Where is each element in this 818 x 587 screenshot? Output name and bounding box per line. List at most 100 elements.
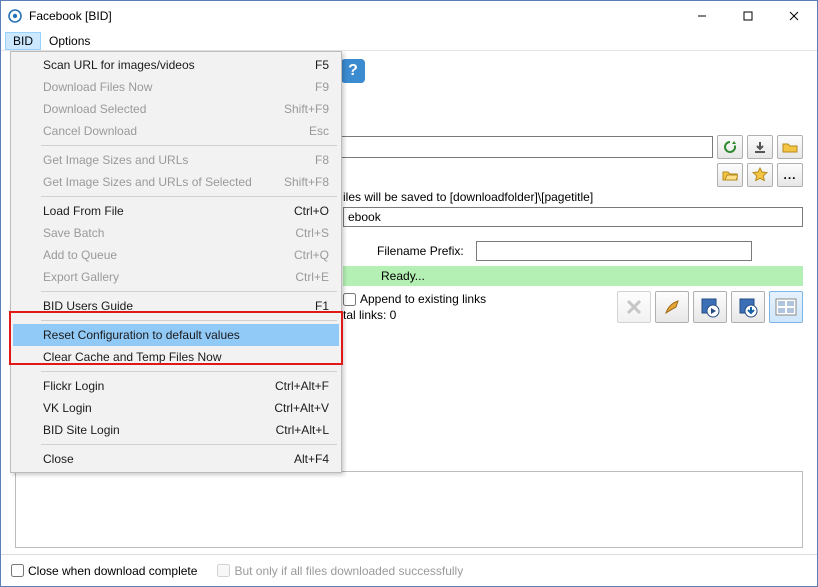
- open-button[interactable]: [717, 163, 743, 187]
- save-location-hint: iles will be saved to [downloadfolder]\[…: [343, 190, 593, 204]
- menu-load-from-file[interactable]: Load From File Ctrl+O: [13, 200, 339, 222]
- menu-close[interactable]: Close Alt+F4: [13, 448, 339, 470]
- more-icon: ...: [783, 168, 796, 182]
- menu-users-guide[interactable]: BID Users Guide F1: [13, 295, 339, 317]
- close-when-done-checkbox[interactable]: [11, 564, 24, 577]
- menu-export-gallery[interactable]: Export Gallery Ctrl+E: [13, 266, 339, 288]
- only-if-success-label: But only if all files downloaded success…: [217, 564, 463, 578]
- links-toolbar: [617, 291, 803, 323]
- path-input[interactable]: ebook: [343, 207, 803, 227]
- close-when-done-text: Close when download complete: [28, 564, 197, 578]
- results-list[interactable]: [15, 471, 803, 548]
- append-label-text: Append to existing links: [360, 291, 486, 307]
- links-left: Append to existing links tal links: 0: [343, 291, 486, 323]
- toolbar: ?: [341, 59, 365, 83]
- menu-reset-config[interactable]: Reset Configuration to default values: [13, 324, 339, 346]
- delete-icon: [624, 297, 644, 317]
- menu-vk-login[interactable]: VK Login Ctrl+Alt+V: [13, 397, 339, 419]
- menu-cancel-download-label: Cancel Download: [43, 124, 137, 138]
- filename-prefix-row: Filename Prefix:: [377, 241, 752, 261]
- close-when-done-label[interactable]: Close when download complete: [11, 564, 197, 578]
- menubar: BID Options: [1, 31, 817, 51]
- menu-users-guide-label: BID Users Guide: [43, 299, 133, 313]
- menu-scan-url[interactable]: Scan URL for images/videos F5: [13, 54, 339, 76]
- menu-bid-site-login[interactable]: BID Site Login Ctrl+Alt+L: [13, 419, 339, 441]
- menu-download-selected[interactable]: Download Selected Shift+F9: [13, 98, 339, 120]
- only-if-success-checkbox: [217, 564, 230, 577]
- menu-clear-cache[interactable]: Clear Cache and Temp Files Now: [13, 346, 339, 368]
- reload-button[interactable]: [717, 135, 743, 159]
- menu-separator: [41, 291, 337, 292]
- menu-close-label: Close: [43, 452, 74, 466]
- menu-separator: [41, 196, 337, 197]
- filename-prefix-input[interactable]: [476, 241, 752, 261]
- save-down-button[interactable]: [731, 291, 765, 323]
- menu-clear-cache-label: Clear Cache and Temp Files Now: [43, 350, 222, 364]
- menu-cancel-download-shortcut: Esc: [309, 124, 329, 138]
- menu-separator: [41, 145, 337, 146]
- menu-cancel-download[interactable]: Cancel Download Esc: [13, 120, 339, 142]
- delete-selection-button[interactable]: [617, 291, 651, 323]
- more-button[interactable]: ...: [777, 163, 803, 187]
- menu-download-now[interactable]: Download Files Now F9: [13, 76, 339, 98]
- folder-button[interactable]: [777, 135, 803, 159]
- window-title: Facebook [BID]: [29, 9, 679, 23]
- status-bar: Ready...: [343, 266, 803, 286]
- menu-separator: [41, 320, 337, 321]
- links-row: Append to existing links tal links: 0: [343, 291, 803, 323]
- disk-down-icon: [737, 296, 759, 318]
- menu-load-from-file-label: Load From File: [43, 204, 124, 218]
- window-buttons: [679, 1, 817, 31]
- open-icon: [722, 168, 738, 182]
- menu-export-gallery-label: Export Gallery: [43, 270, 119, 284]
- total-links: tal links: 0: [343, 307, 486, 323]
- menu-options[interactable]: Options: [41, 32, 98, 50]
- only-if-success-text: But only if all files downloaded success…: [234, 564, 463, 578]
- thumbnails-icon: [775, 298, 797, 316]
- menu-download-now-shortcut: F9: [315, 80, 329, 94]
- menu-flickr-login-shortcut: Ctrl+Alt+F: [275, 379, 329, 393]
- menu-flickr-login-label: Flickr Login: [43, 379, 104, 393]
- menu-save-batch[interactable]: Save Batch Ctrl+S: [13, 222, 339, 244]
- menu-get-sizes[interactable]: Get Image Sizes and URLs F8: [13, 149, 339, 171]
- menu-vk-login-label: VK Login: [43, 401, 92, 415]
- append-checkbox-label[interactable]: Append to existing links: [343, 291, 486, 307]
- download-button[interactable]: [747, 135, 773, 159]
- folder-icon: [782, 140, 798, 154]
- cleanup-button[interactable]: [655, 291, 689, 323]
- menu-add-to-queue[interactable]: Add to Queue Ctrl+Q: [13, 244, 339, 266]
- menu-load-from-file-shortcut: Ctrl+O: [294, 204, 329, 218]
- menu-scan-url-label: Scan URL for images/videos: [43, 58, 195, 72]
- menu-get-sizes-selected-shortcut: Shift+F8: [284, 175, 329, 189]
- menu-download-now-label: Download Files Now: [43, 80, 152, 94]
- status-text: Ready...: [381, 269, 425, 283]
- bid-menu-dropdown: Scan URL for images/videos F5 Download F…: [10, 51, 342, 473]
- menu-bid[interactable]: BID: [5, 32, 41, 50]
- minimize-button[interactable]: [679, 1, 725, 31]
- menu-bid-site-login-shortcut: Ctrl+Alt+L: [276, 423, 329, 437]
- maximize-button[interactable]: [725, 1, 771, 31]
- url-row-2: ...: [717, 163, 803, 187]
- menu-save-batch-label: Save Batch: [43, 226, 104, 240]
- close-button[interactable]: [771, 1, 817, 31]
- menu-get-sizes-selected[interactable]: Get Image Sizes and URLs of Selected Shi…: [13, 171, 339, 193]
- thumbnails-button[interactable]: [769, 291, 803, 323]
- menu-vk-login-shortcut: Ctrl+Alt+V: [274, 401, 329, 415]
- menu-users-guide-shortcut: F1: [315, 299, 329, 313]
- menu-get-sizes-label: Get Image Sizes and URLs: [43, 153, 188, 167]
- disk-play-icon: [699, 296, 721, 318]
- start-saved-button[interactable]: [693, 291, 727, 323]
- filename-prefix-label: Filename Prefix:: [377, 244, 464, 258]
- favorite-button[interactable]: [747, 163, 773, 187]
- append-checkbox[interactable]: [343, 293, 356, 306]
- menu-download-selected-label: Download Selected: [43, 102, 146, 116]
- menu-flickr-login[interactable]: Flickr Login Ctrl+Alt+F: [13, 375, 339, 397]
- menu-separator: [41, 444, 337, 445]
- help-icon[interactable]: ?: [341, 59, 365, 83]
- footer: Close when download complete But only if…: [1, 554, 817, 586]
- menu-reset-config-label: Reset Configuration to default values: [43, 328, 240, 342]
- brush-icon: [661, 296, 683, 318]
- download-icon: [753, 140, 767, 154]
- menu-get-sizes-selected-label: Get Image Sizes and URLs of Selected: [43, 175, 252, 189]
- menu-save-batch-shortcut: Ctrl+S: [295, 226, 329, 240]
